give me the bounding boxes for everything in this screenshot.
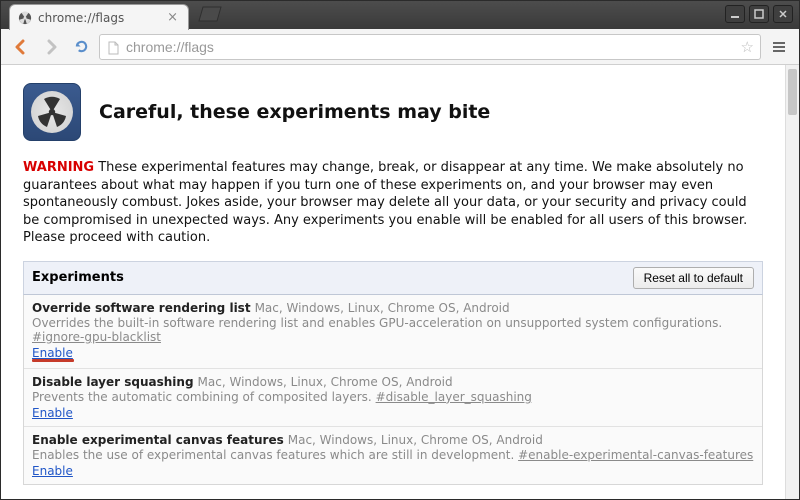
hamburger-menu-icon[interactable] (767, 35, 791, 59)
experiment-title: Enable experimental canvas features (32, 433, 284, 447)
experiment-title: Disable layer squashing (32, 375, 194, 389)
nav-back-button[interactable] (9, 35, 33, 59)
experiment-enable-link[interactable]: Enable (32, 406, 73, 420)
experiment-platforms: Mac, Windows, Linux, Chrome OS, Android (288, 433, 543, 447)
window-titlebar: chrome://flags × (1, 1, 799, 29)
experiment-title: Override software rendering list (32, 301, 251, 315)
page-content-area: Careful, these experiments may bite WARN… (1, 65, 799, 499)
experiments-list: Override software rendering list Mac, Win… (23, 295, 763, 485)
browser-window: chrome://flags × ☆ (0, 0, 800, 500)
warning-label: WARNING (23, 160, 94, 175)
experiment-enable-link[interactable]: Enable (32, 464, 73, 478)
experiment-hash-link[interactable]: #enable-experimental-canvas-features (518, 448, 753, 462)
radiation-icon (35, 95, 69, 129)
nav-reload-button[interactable] (69, 35, 93, 59)
experiment-platforms: Mac, Windows, Linux, Chrome OS, Android (198, 375, 453, 389)
page-icon (106, 40, 120, 54)
experiment-item: Override software rendering list Mac, Win… (24, 295, 762, 369)
address-bar[interactable]: ☆ (99, 34, 761, 60)
radiation-icon (18, 11, 32, 25)
warning-paragraph: WARNING These experimental features may … (23, 159, 763, 247)
window-controls (725, 5, 793, 23)
page-title: Careful, these experiments may bite (99, 101, 490, 123)
new-tab-button[interactable] (195, 3, 223, 27)
window-close-button[interactable] (773, 5, 793, 23)
experiment-platforms: Mac, Windows, Linux, Chrome OS, Android (255, 301, 510, 315)
warning-badge (23, 83, 81, 141)
experiment-enable-link[interactable]: Enable (32, 346, 73, 360)
nav-forward-button[interactable] (39, 35, 63, 59)
experiments-heading: Experiments (32, 270, 633, 285)
experiment-hash-link[interactable]: #ignore-gpu-blacklist (32, 330, 161, 344)
page-scroll: Careful, these experiments may bite WARN… (1, 65, 785, 499)
experiment-hash-link[interactable]: #disable_layer_squashing (376, 390, 532, 404)
warning-text: These experimental features may change, … (23, 160, 747, 245)
reset-all-button[interactable]: Reset all to default (633, 267, 754, 289)
experiment-description: Overrides the built-in software renderin… (32, 316, 754, 344)
experiment-item: Enable experimental canvas features Mac, … (24, 427, 762, 484)
page-header: Careful, these experiments may bite (23, 83, 763, 141)
experiment-description: Prevents the automatic combining of comp… (32, 390, 754, 404)
browser-tab[interactable]: chrome://flags × (9, 4, 189, 30)
scrollbar[interactable] (785, 65, 799, 499)
experiments-header: Experiments Reset all to default (23, 261, 763, 295)
tab-close-icon[interactable]: × (167, 10, 178, 25)
scrollbar-thumb[interactable] (788, 69, 797, 115)
experiment-item: Disable layer squashing Mac, Windows, Lin… (24, 369, 762, 427)
window-maximize-button[interactable] (749, 5, 769, 23)
url-input[interactable] (126, 39, 735, 55)
window-minimize-button[interactable] (725, 5, 745, 23)
experiment-description: Enables the use of experimental canvas f… (32, 448, 754, 462)
tab-title: chrome://flags (38, 11, 161, 25)
bookmark-star-icon[interactable]: ☆ (741, 38, 754, 56)
browser-toolbar: ☆ (1, 29, 799, 65)
